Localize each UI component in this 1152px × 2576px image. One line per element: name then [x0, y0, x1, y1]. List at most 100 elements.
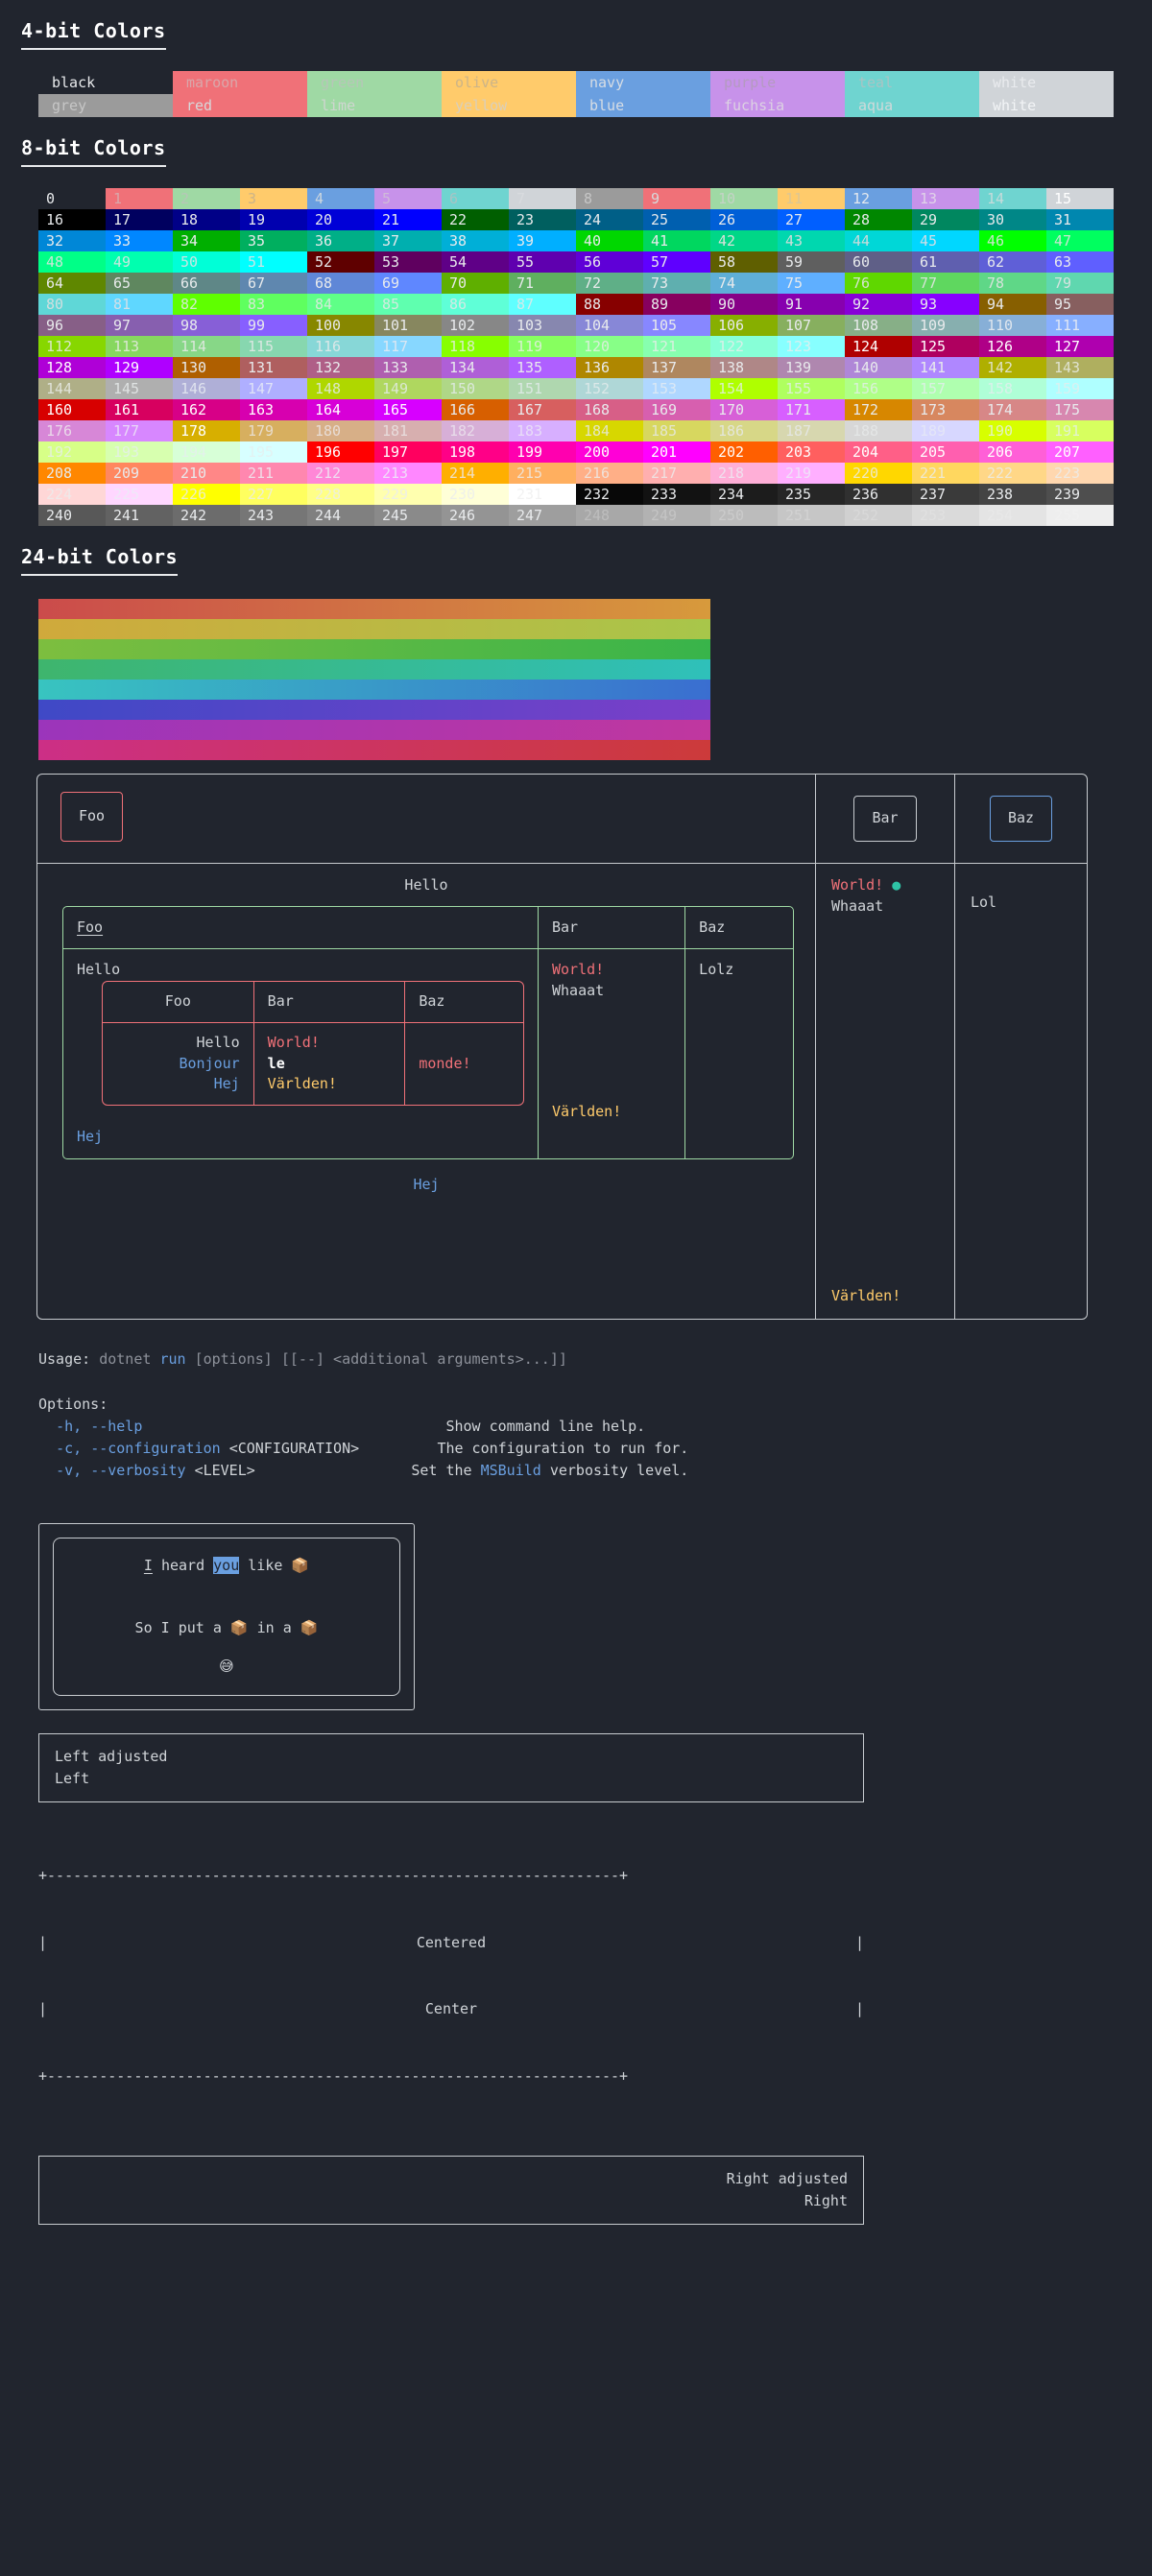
- outer-table: Foo Bar Baz Hello Foo Bar Baz Hello Foo …: [36, 774, 1088, 1320]
- eightbit-cell-27: 27: [778, 209, 845, 230]
- green-table-wrap: Foo Bar Baz Hello Foo Bar Baz Hello Bonj…: [37, 905, 815, 1159]
- eightbit-cell-113: 113: [106, 336, 173, 357]
- eightbit-cell-22: 22: [442, 209, 509, 230]
- bar-button[interactable]: Bar: [853, 796, 917, 842]
- red-cell-baz: monde!: [419, 1054, 471, 1072]
- eightbit-cell-142: 142: [979, 357, 1046, 378]
- eightbit-cell-99: 99: [240, 315, 307, 336]
- eightbit-cell-23: 23: [509, 209, 576, 230]
- eightbit-cell-127: 127: [1046, 336, 1114, 357]
- eightbit-cell-215: 215: [509, 463, 576, 484]
- baz-button[interactable]: Baz: [989, 796, 1053, 842]
- eightbit-cell-145: 145: [106, 378, 173, 399]
- eightbit-cell-166: 166: [442, 399, 509, 420]
- eightbit-cell-79: 79: [1046, 273, 1114, 294]
- eightbit-cell-104: 104: [576, 315, 643, 336]
- fourbit-color-grid: black maroon green olive navy purple teal white…: [38, 71, 1114, 117]
- eightbit-cell-19: 19: [240, 209, 307, 230]
- eightbit-cell-17: 17: [106, 209, 173, 230]
- twentyfourbit-section-title: 24-bit Colors: [21, 543, 179, 576]
- eightbit-cell-194: 194: [173, 441, 240, 463]
- eightbit-cell-172: 172: [845, 399, 912, 420]
- center-line-2: Center: [424, 2000, 478, 2018]
- eightbit-cell-226: 226: [173, 484, 240, 505]
- eightbit-cell-60: 60: [845, 251, 912, 273]
- eightbit-cell-26: 26: [710, 209, 778, 230]
- center-aligned-ascii-box: +---------------------------------------…: [38, 1820, 864, 2133]
- left-aligned-box: Left adjusted Left: [38, 1732, 864, 1803]
- eightbit-cell-49: 49: [106, 251, 173, 273]
- eightbit-cell-10: 10: [710, 188, 778, 209]
- eightbit-cell-154: 154: [710, 378, 778, 399]
- eightbit-cell-153: 153: [643, 378, 710, 399]
- option-c-arg: <CONFIGURATION>: [228, 1440, 360, 1457]
- eightbit-cell-161: 161: [106, 399, 173, 420]
- eightbit-cell-80: 80: [38, 294, 106, 315]
- eightbit-cell-178: 178: [173, 420, 240, 441]
- eightbit-cell-249: 249: [643, 505, 710, 526]
- outer-body-left: Hello Foo Bar Baz Hello Foo Bar Baz Hell…: [37, 864, 815, 1319]
- eightbit-cell-75: 75: [778, 273, 845, 294]
- eightbit-cell-78: 78: [979, 273, 1046, 294]
- eightbit-cell-163: 163: [240, 399, 307, 420]
- eightbit-cell-25: 25: [643, 209, 710, 230]
- eightbit-cell-129: 129: [106, 357, 173, 378]
- eightbit-cell-58: 58: [710, 251, 778, 273]
- green-cell-hello: Hello: [77, 961, 121, 979]
- eightbit-cell-53: 53: [374, 251, 442, 273]
- eightbit-cell-50: 50: [173, 251, 240, 273]
- eightbit-cell-24: 24: [576, 209, 643, 230]
- gradient-row-3: [38, 659, 710, 680]
- eightbit-cell-190: 190: [979, 420, 1046, 441]
- gradient-row-1: [38, 619, 710, 639]
- fourbit-cell-red-b: red: [173, 94, 307, 117]
- eightbit-cell-205: 205: [912, 441, 979, 463]
- eightbit-cell-115: 115: [240, 336, 307, 357]
- eightbit-cell-213: 213: [374, 463, 442, 484]
- fourbit-cell-maroon-a: maroon: [173, 71, 307, 94]
- eightbit-cell-193: 193: [106, 441, 173, 463]
- eightbit-cell-67: 67: [240, 273, 307, 294]
- fourbit-cell-grey-b: grey: [38, 94, 173, 117]
- eightbit-cell-96: 96: [38, 315, 106, 336]
- fourbit-cell-white-b: white: [979, 94, 1114, 117]
- ascii-pipe-right-1: |: [854, 1933, 864, 1951]
- red-foo-bonjour: Bonjour: [179, 1054, 240, 1072]
- fourbit-section-title: 4-bit Colors: [21, 17, 166, 50]
- eightbit-cell-29: 29: [912, 209, 979, 230]
- eightbit-cell-223: 223: [1046, 463, 1114, 484]
- eightbit-cell-224: 224: [38, 484, 106, 505]
- eightbit-cell-44: 44: [845, 230, 912, 251]
- eightbit-cell-159: 159: [1046, 378, 1114, 399]
- red-header-foo: Foo: [103, 982, 254, 1023]
- eightbit-cell-70: 70: [442, 273, 509, 294]
- eightbit-cell-231: 231: [509, 484, 576, 505]
- ascii-bottom-border: +---------------------------------------…: [38, 2067, 629, 2085]
- options-label: Options:: [38, 1395, 108, 1413]
- eightbit-cell-212: 212: [307, 463, 374, 484]
- emoji-line-2: So I put a 📦 in a 📦: [69, 1618, 384, 1639]
- eightbit-cell-170: 170: [710, 399, 778, 420]
- eightbit-header-wrap: 8-bit Colors: [19, 117, 1133, 184]
- eightbit-cell-51: 51: [240, 251, 307, 273]
- eightbit-cell-84: 84: [307, 294, 374, 315]
- eightbit-cell-74: 74: [710, 273, 778, 294]
- eightbit-cell-91: 91: [778, 294, 845, 315]
- eightbit-cell-139: 139: [778, 357, 845, 378]
- foo-button[interactable]: Foo: [60, 792, 124, 842]
- eightbit-cell-228: 228: [307, 484, 374, 505]
- eightbit-cell-243: 243: [240, 505, 307, 526]
- eightbit-cell-252: 252: [845, 505, 912, 526]
- eightbit-cell-46: 46: [979, 230, 1046, 251]
- eightbit-cell-14: 14: [979, 188, 1046, 209]
- eightbit-cell-63: 63: [1046, 251, 1114, 273]
- eightbit-cell-160: 160: [38, 399, 106, 420]
- red-table-body-row: Hello Bonjour Hej World! le Världen! mon…: [103, 1022, 523, 1105]
- ascii-pipe-left-2: |: [38, 2000, 48, 2018]
- right-line-2: Right: [804, 2192, 848, 2209]
- eightbit-cell-230: 230: [442, 484, 509, 505]
- outer-table-body-row: Hello Foo Bar Baz Hello Foo Bar Baz Hell…: [37, 862, 1087, 1319]
- emoji-line1-selection[interactable]: you: [213, 1556, 240, 1574]
- option-c-long: --configuration: [90, 1440, 221, 1457]
- green-header-foo: Foo: [63, 906, 539, 950]
